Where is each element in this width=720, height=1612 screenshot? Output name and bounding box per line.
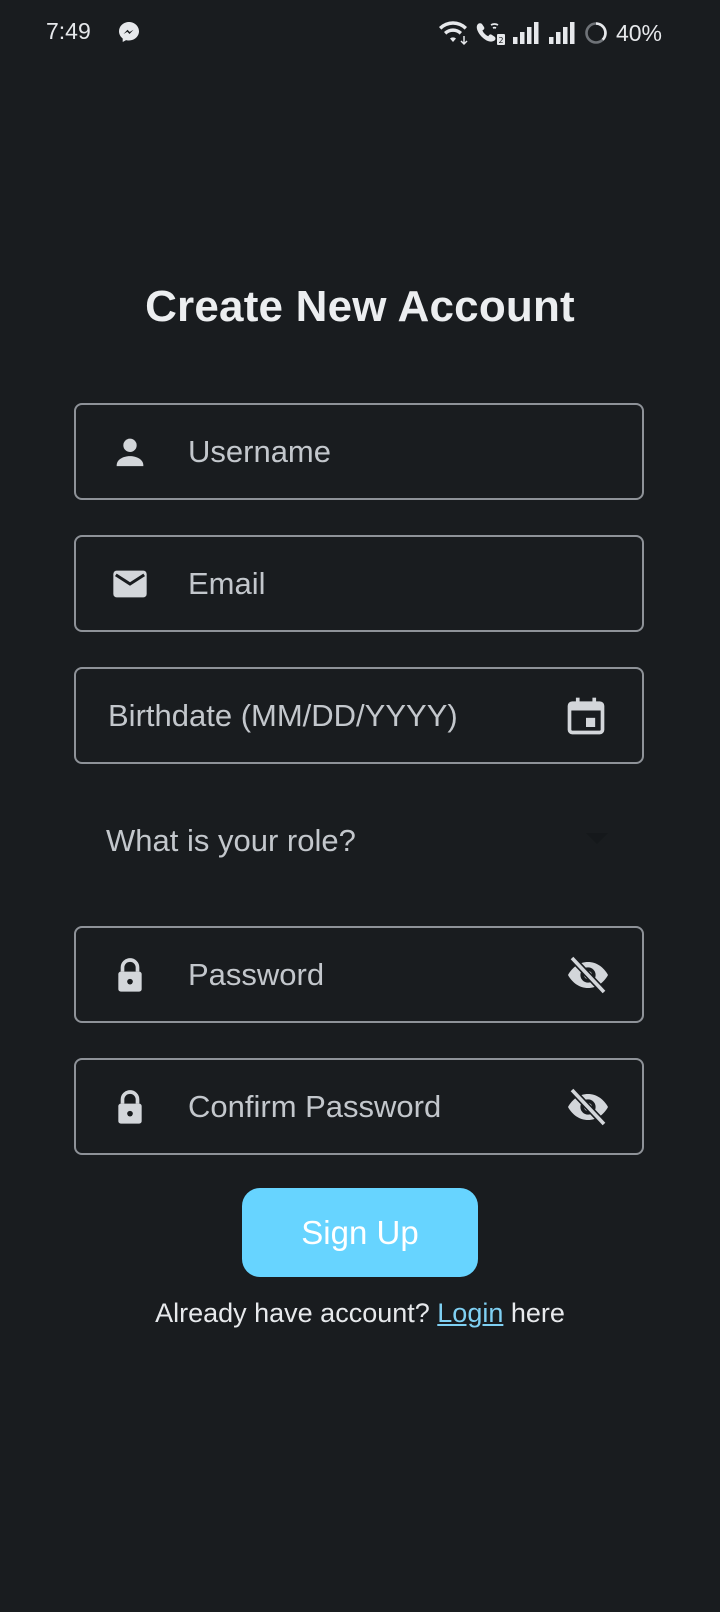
status-time: 7:49 xyxy=(46,18,91,44)
svg-text:2: 2 xyxy=(498,36,503,45)
lock-icon xyxy=(118,1089,142,1124)
person-icon xyxy=(116,438,144,466)
status-bar: 7:49 2 40% xyxy=(0,0,720,66)
email-field[interactable]: Email xyxy=(74,535,644,632)
confirm-password-field[interactable]: Confirm Password xyxy=(74,1058,644,1155)
role-dropdown[interactable]: What is your role? xyxy=(74,806,644,876)
username-placeholder: Username xyxy=(188,433,331,469)
birthdate-placeholder: Birthdate (MM/DD/YYYY) xyxy=(108,697,458,733)
birthdate-field[interactable]: Birthdate (MM/DD/YYYY) xyxy=(74,667,644,764)
login-prompt: Already have account? Login here xyxy=(0,1298,720,1329)
role-placeholder: What is your role? xyxy=(106,823,356,858)
username-field[interactable]: Username xyxy=(74,403,644,500)
visibility-off-icon[interactable] xyxy=(564,951,612,999)
battery-saver-icon xyxy=(585,22,607,44)
login-prompt-prefix: Already have account? xyxy=(155,1298,430,1328)
email-placeholder: Email xyxy=(188,565,266,601)
mail-icon xyxy=(113,570,147,597)
page-title: Create New Account xyxy=(145,282,575,331)
messenger-icon xyxy=(119,22,139,42)
confirm-password-placeholder: Confirm Password xyxy=(188,1088,442,1124)
status-icons: 2 40% xyxy=(438,16,662,50)
calendar-icon[interactable] xyxy=(564,694,608,738)
battery-percentage: 40% xyxy=(615,19,662,46)
lock-icon xyxy=(118,957,142,992)
login-prompt-suffix: here xyxy=(510,1298,565,1328)
password-field[interactable]: Password xyxy=(74,926,644,1023)
wifi-icon xyxy=(438,21,468,46)
signal-icon xyxy=(548,22,575,44)
signal-icon xyxy=(512,22,539,44)
visibility-off-icon[interactable] xyxy=(564,1083,612,1131)
login-link[interactable]: Login xyxy=(437,1298,503,1328)
sign-up-button[interactable]: Sign Up xyxy=(242,1188,478,1277)
wifi-calling-icon: 2 xyxy=(476,23,505,45)
dropdown-arrow-icon xyxy=(586,833,608,844)
password-placeholder: Password xyxy=(188,956,325,992)
